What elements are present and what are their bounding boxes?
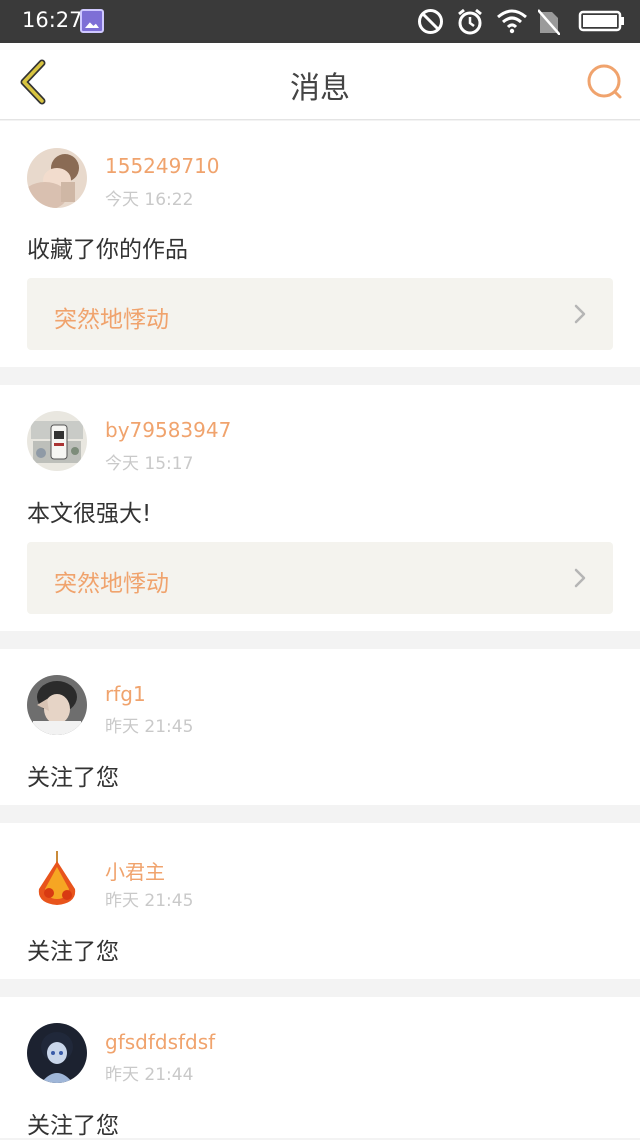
chevron-right-icon: [574, 568, 586, 588]
article-link-title: 突然地悸动: [54, 571, 169, 597]
message-card[interactable]: 小君主 昨天 21:45 关注了您: [0, 823, 640, 979]
username[interactable]: by79583947: [105, 418, 231, 442]
username[interactable]: 155249710: [105, 154, 220, 178]
message-card[interactable]: by79583947 今天 15:17 本文很强大! 突然地悸动: [0, 385, 640, 631]
message-text: 关注了您: [27, 765, 119, 791]
alarm-icon: [458, 8, 482, 35]
timestamp: 昨天 21:45: [105, 891, 194, 911]
avatar[interactable]: [27, 675, 87, 735]
username[interactable]: rfg1: [105, 682, 146, 706]
avatar[interactable]: [27, 411, 87, 471]
message-text: 关注了您: [27, 1113, 119, 1139]
search-button[interactable]: [585, 63, 625, 103]
wifi-icon: [497, 9, 527, 34]
avatar[interactable]: [27, 148, 87, 208]
no-sim-icon: [538, 9, 560, 35]
username[interactable]: 小君主: [105, 856, 165, 885]
username[interactable]: gfsdfdsfdsf: [105, 1030, 215, 1054]
timestamp: 昨天 21:44: [105, 1065, 194, 1085]
search-icon: [587, 64, 622, 99]
do-not-disturb-icon: [418, 9, 443, 34]
avatar[interactable]: [27, 1023, 87, 1083]
page-title: 消息: [290, 71, 350, 106]
message-card[interactable]: rfg1 昨天 21:45 关注了您: [0, 649, 640, 805]
timestamp: 今天 16:22: [105, 190, 194, 210]
message-text: 收藏了你的作品: [27, 237, 188, 263]
gallery-icon: [80, 9, 104, 33]
status-time: 16:27: [22, 8, 83, 32]
battery-icon: [578, 10, 624, 32]
chevron-right-icon: [574, 304, 586, 324]
timestamp: 昨天 21:45: [105, 717, 194, 737]
article-link[interactable]: 突然地悸动: [27, 542, 613, 614]
avatar[interactable]: [27, 849, 87, 909]
article-link[interactable]: 突然地悸动: [27, 278, 613, 350]
message-text: 关注了您: [27, 939, 119, 965]
status-bar: 16:27: [0, 0, 640, 43]
message-card[interactable]: 155249710 今天 16:22 收藏了你的作品 突然地悸动: [0, 121, 640, 367]
article-link-title: 突然地悸动: [54, 307, 169, 333]
navigation-bar: 消息: [0, 43, 640, 120]
message-text: 本文很强大!: [27, 501, 152, 527]
message-card[interactable]: gfsdfdsfdsf 昨天 21:44 关注了您: [0, 997, 640, 1139]
timestamp: 今天 15:17: [105, 454, 194, 474]
